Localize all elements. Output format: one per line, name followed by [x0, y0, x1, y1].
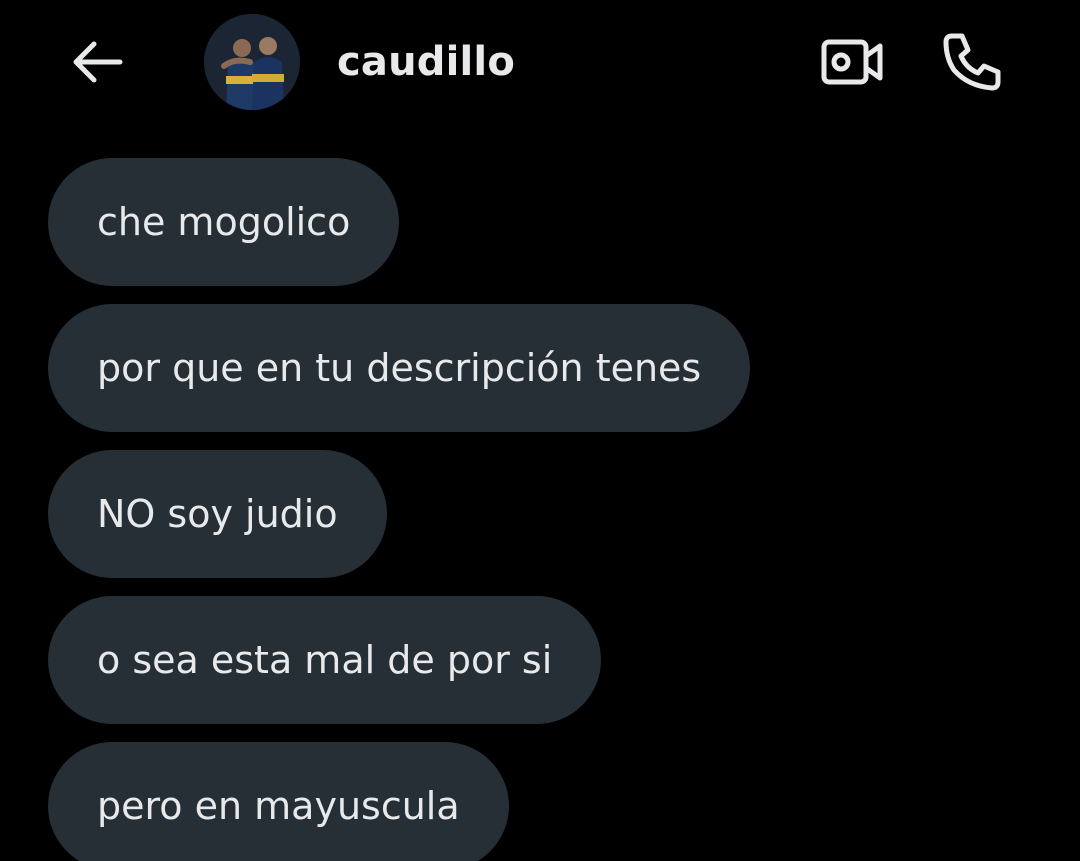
message-list: che mogolico por que en tu descripción t…: [48, 158, 1048, 861]
arrow-left-icon: [73, 41, 123, 83]
message-bubble[interactable]: NO soy judio: [48, 450, 387, 578]
message-bubble[interactable]: pero en mayuscula: [48, 742, 509, 861]
avatar-image: [204, 14, 300, 110]
avatar[interactable]: [204, 14, 300, 110]
conversation-header: caudillo: [0, 0, 1080, 124]
phone-icon: [943, 33, 1001, 91]
voice-call-button[interactable]: [934, 24, 1010, 100]
message-bubble[interactable]: o sea esta mal de por si: [48, 596, 602, 724]
conversation-username[interactable]: caudillo: [337, 34, 515, 90]
video-camera-icon: [821, 39, 883, 85]
video-call-button[interactable]: [816, 30, 888, 94]
message-bubble[interactable]: por que en tu descripción tenes: [48, 304, 751, 432]
dm-conversation-screen: caudillo che mogolico por que en tu desc…: [0, 0, 1080, 861]
back-button[interactable]: [64, 32, 128, 92]
message-bubble[interactable]: che mogolico: [48, 158, 400, 286]
